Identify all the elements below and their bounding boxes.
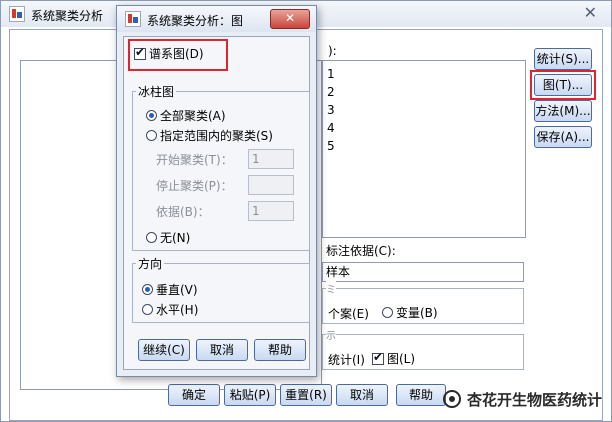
display-plots-checkbox[interactable]: 图(L) xyxy=(372,350,415,367)
vertical-radio[interactable]: 垂直(V) xyxy=(142,281,198,298)
display-group-label: 示 xyxy=(326,327,336,342)
reset-button[interactable]: 重置(R) xyxy=(280,384,332,406)
method-button[interactable]: 方法(M)... xyxy=(534,100,592,122)
list-item[interactable]: 3 xyxy=(327,101,335,119)
continue-button[interactable]: 继续(C) xyxy=(138,339,190,361)
list-item[interactable]: 5 xyxy=(327,137,335,155)
highlight-box-dendrogram xyxy=(128,39,228,71)
checkmark-icon xyxy=(372,350,384,365)
cluster-cases-radio[interactable]: 个案(E) xyxy=(328,305,369,322)
radio-option-label: 全部聚类(A) xyxy=(160,109,226,123)
dialog-titlebar: 系统聚类分析：图 ✕ xyxy=(117,6,316,32)
by-label: 依据(B)： xyxy=(156,205,210,219)
save-button[interactable]: 保存(A)... xyxy=(534,126,592,148)
icicle-group-title: 冰柱图 xyxy=(136,83,177,100)
radio-option-label: 个案(E) xyxy=(328,307,369,321)
list-item[interactable]: 1 xyxy=(327,65,335,83)
specified-range-radio[interactable]: 指定范围内的聚类(S) xyxy=(146,127,273,144)
radio-option-label: 无(N) xyxy=(160,231,191,245)
variables-label: ): xyxy=(328,44,337,58)
close-icon[interactable]: ✕ xyxy=(270,9,310,29)
start-cluster-label: 开始聚类(T)： xyxy=(156,153,233,167)
radio-off-icon xyxy=(382,307,393,318)
checkbox-label: 图(L) xyxy=(387,352,416,366)
cluster-group-label: ミ xyxy=(326,281,336,296)
dialog-help-button[interactable]: 帮助 xyxy=(254,339,306,361)
radio-option-label: 水平(H) xyxy=(156,303,199,317)
radio-on-icon xyxy=(142,284,153,295)
list-item[interactable]: 2 xyxy=(327,83,335,101)
paste-button[interactable]: 粘贴(P) xyxy=(224,384,276,406)
wechat-icon xyxy=(442,390,461,408)
radio-option-label: 变量(B) xyxy=(396,306,438,320)
start-cluster-input[interactable]: 1 xyxy=(248,149,294,169)
radio-option-label: 垂直(V) xyxy=(156,283,198,297)
app-icon xyxy=(125,11,141,27)
radio-on-icon xyxy=(146,110,157,121)
by-input[interactable]: 1 xyxy=(248,201,294,221)
ok-button[interactable]: 确定 xyxy=(168,384,220,406)
plots-dialog: 系统聚类分析：图 ✕ 谱系图(D) 冰柱图 全部聚类(A) 指定范围内的聚类(S… xyxy=(116,5,317,377)
radio-off-icon xyxy=(142,304,153,315)
radio-off-icon xyxy=(146,232,157,243)
dialog-body: 谱系图(D) 冰柱图 全部聚类(A) 指定范围内的聚类(S) 开始聚类(T)： … xyxy=(123,36,310,370)
cancel-button[interactable]: 取消 xyxy=(336,384,388,406)
all-clusters-radio[interactable]: 全部聚类(A) xyxy=(146,107,226,124)
main-window-title: 系统聚类分析 xyxy=(31,9,104,23)
close-icon[interactable]: ✕ xyxy=(584,3,597,23)
radio-option-label: 指定范围内的聚类(S) xyxy=(160,129,273,143)
display-stats-checkbox[interactable]: 统计(I) xyxy=(328,351,365,368)
orientation-group-title: 方向 xyxy=(136,255,165,272)
app-icon xyxy=(9,6,25,22)
radio-off-icon xyxy=(146,130,157,141)
checkbox-label: 统计(I) xyxy=(328,353,365,367)
label-cases-label: 标注依据(C): xyxy=(326,244,396,258)
dialog-title: 系统聚类分析：图 xyxy=(147,14,244,28)
list-item[interactable]: 4 xyxy=(327,119,335,137)
help-button[interactable]: 帮助 xyxy=(396,384,446,406)
label-cases-field[interactable]: 样本 xyxy=(322,262,524,282)
dialog-cancel-button[interactable]: 取消 xyxy=(196,339,248,361)
watermark: 杏花开生物医药统计 xyxy=(442,389,602,410)
statistics-button[interactable]: 统计(S)... xyxy=(534,48,592,70)
highlight-box-plots xyxy=(530,70,596,100)
stop-cluster-input[interactable] xyxy=(248,175,294,195)
cluster-variables-radio[interactable]: 变量(B) xyxy=(382,304,438,321)
watermark-text: 杏花开生物医药统计 xyxy=(466,391,602,409)
stop-cluster-label: 停止聚类(P)： xyxy=(156,179,233,193)
none-radio[interactable]: 无(N) xyxy=(146,229,190,246)
variables-list[interactable]: 1 2 3 4 5 xyxy=(322,60,526,238)
horizontal-radio[interactable]: 水平(H) xyxy=(142,301,198,318)
